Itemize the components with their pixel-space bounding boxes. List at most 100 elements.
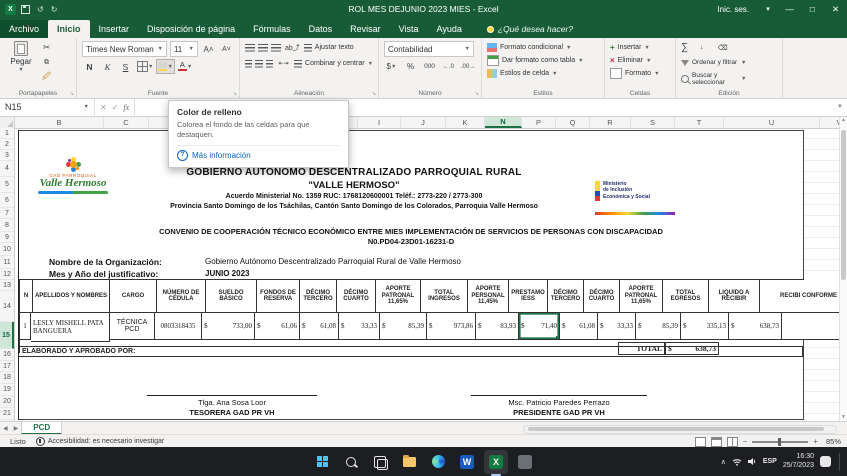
insert-cells-button[interactable]: + Insertar ▼ [610, 41, 670, 54]
conditional-formatting-button[interactable]: Formato condicional ▼ [487, 41, 599, 54]
row-header-20[interactable]: 20 [0, 396, 14, 408]
payroll-cell[interactable]: $33,33 [598, 313, 636, 340]
column-header-S[interactable]: S [631, 116, 675, 128]
increase-decimal-icon[interactable]: ←.0 [441, 60, 456, 73]
zoom-slider-thumb[interactable] [778, 438, 781, 446]
payroll-column-header[interactable]: APELLIDOS Y NOMBRES [33, 280, 110, 313]
font-name-select[interactable]: Times New Roman ▼ [82, 41, 167, 57]
row-header-5[interactable]: 5 [0, 177, 14, 193]
number-dialog-launcher[interactable]: ↘ [475, 91, 479, 97]
insert-function-icon[interactable]: fx [123, 103, 129, 112]
ribbon-tab-formulas[interactable]: Fórmulas [244, 20, 300, 38]
row-header-7[interactable]: 7 [0, 208, 14, 219]
elaborado-row[interactable]: ELABORADO Y APROBADO POR: [19, 346, 803, 357]
start-button[interactable] [310, 450, 334, 474]
payroll-column-header[interactable]: APORTE PERSONAL 11,45% [468, 280, 509, 313]
font-size-select[interactable]: 11 ▼ [170, 41, 198, 57]
payroll-column-header[interactable]: APORTE PATRONAL 11,65% [620, 280, 663, 313]
ribbon-tab-disposicion-de-pagina[interactable]: Disposición de página [138, 20, 244, 38]
row-header-12[interactable]: 12 [0, 269, 14, 280]
underline-button[interactable]: S [118, 60, 133, 73]
ribbon-tab-insertar[interactable]: Insertar [90, 20, 139, 38]
align-middle-icon[interactable] [258, 44, 268, 52]
row-header-10[interactable]: 10 [0, 243, 14, 256]
empty-grid-area[interactable] [802, 128, 840, 421]
percent-format-icon[interactable]: % [403, 60, 418, 73]
sheet-nav-right-icon[interactable]: ▶ [11, 425, 22, 432]
column-header-I[interactable]: I [358, 116, 401, 128]
payroll-cell[interactable]: $85,39 [380, 313, 427, 340]
sheet-nav-left-icon[interactable]: ◀ [0, 425, 11, 432]
select-all-corner[interactable] [0, 116, 15, 128]
clear-icon[interactable]: ⌫ [715, 41, 730, 54]
row-header-6[interactable]: 6 [0, 193, 14, 208]
column-header-T[interactable]: T [675, 116, 724, 128]
notification-center-button[interactable] [820, 456, 831, 467]
page-break-view-icon[interactable] [727, 437, 738, 447]
payroll-column-header[interactable]: LIQUIDO A RECIBIR [709, 280, 760, 313]
merge-center-button[interactable]: Combinar y centrar ▼ [294, 57, 373, 70]
wrap-text-button[interactable]: Ajustar texto [304, 41, 354, 54]
align-left-icon[interactable] [245, 60, 252, 68]
row-header-11[interactable]: 11 [0, 256, 14, 269]
zoom-level[interactable]: 85% [823, 437, 841, 446]
row-header-13[interactable]: 13 [0, 280, 14, 291]
edge-button[interactable] [426, 450, 450, 474]
pinned-app-button[interactable] [513, 450, 537, 474]
grow-font-icon[interactable]: A˄ [201, 43, 216, 56]
align-bottom-icon[interactable] [271, 44, 281, 52]
sheet-area[interactable]: GAD PARROQUIAL Valle Hermoso GOBIERNO AU… [14, 128, 840, 421]
volume-icon[interactable] [748, 457, 757, 466]
task-view-button[interactable] [368, 450, 392, 474]
italic-button[interactable]: K [100, 60, 115, 73]
accounting-format-icon[interactable]: $▼ [384, 60, 399, 73]
ribbon-tab-ayuda[interactable]: Ayuda [428, 20, 471, 38]
zoom-out-icon[interactable]: − [743, 437, 748, 446]
find-select-button[interactable]: Buscar y seleccionar ▼ [681, 71, 777, 87]
ribbon-display-options-icon[interactable]: ▾ [758, 5, 778, 13]
align-center-icon[interactable] [255, 60, 262, 68]
payroll-column-header[interactable]: NÚMERO DE CÉDULA [157, 280, 206, 313]
wifi-icon[interactable] [732, 458, 742, 466]
normal-view-icon[interactable] [695, 437, 706, 447]
confirm-entry-icon[interactable]: ✓ [112, 103, 119, 112]
clipboard-dialog-launcher[interactable]: ↘ [70, 91, 74, 97]
row-header-18[interactable]: 18 [0, 372, 14, 384]
payroll-cell[interactable]: $61,08 [300, 313, 339, 340]
tooltip-more-info-link[interactable]: ? Más información [177, 150, 340, 163]
payroll-cell[interactable]: $973,86 [427, 313, 476, 340]
taskbar-clock[interactable]: 16:30 25/7/2023 [783, 453, 814, 471]
format-cells-button[interactable]: Formato ▼ [610, 67, 670, 80]
redo-icon[interactable]: ↻ [51, 5, 58, 14]
column-header-R[interactable]: R [590, 116, 631, 128]
bold-button[interactable]: N [82, 60, 97, 73]
payroll-column-header[interactable]: TOTAL INGRESOS [421, 280, 468, 313]
ribbon-tab-archivo[interactable]: Archivo [0, 20, 48, 38]
zoom-in-icon[interactable]: + [813, 437, 818, 446]
payroll-cell[interactable]: $61,08 [560, 313, 598, 340]
number-format-select[interactable]: Contabilidad ▼ [384, 41, 474, 57]
column-header-N[interactable]: N [485, 116, 522, 128]
language-indicator[interactable]: ESP [763, 458, 777, 465]
save-icon[interactable] [21, 5, 30, 14]
format-painter-icon[interactable]: 🖉 [39, 71, 54, 84]
column-header-Q[interactable]: Q [556, 116, 590, 128]
maximize-button[interactable]: □ [801, 0, 824, 18]
search-button[interactable] [339, 450, 363, 474]
align-top-icon[interactable] [245, 44, 255, 52]
minimize-button[interactable]: — [778, 0, 801, 18]
page-layout-view-icon[interactable] [711, 437, 722, 447]
undo-icon[interactable]: ↺ [37, 5, 44, 14]
sign-in-button[interactable]: Inic. ses. [708, 5, 758, 14]
payroll-column-header[interactable]: SUELDO BÁSICO [206, 280, 257, 313]
tray-overflow-icon[interactable]: ∧ [721, 458, 726, 466]
row-header-16[interactable]: 16 [0, 349, 14, 361]
column-header-J[interactable]: J [401, 116, 446, 128]
excel-taskbar-button[interactable]: X [484, 450, 508, 474]
payroll-column-header[interactable]: DÉCIMO CUARTO [337, 280, 376, 313]
align-right-icon[interactable] [266, 60, 273, 68]
ribbon-tab-vista[interactable]: Vista [390, 20, 428, 38]
delete-cells-button[interactable]: × Eliminar ▼ [610, 54, 670, 67]
column-header-U[interactable]: U [724, 116, 820, 128]
fill-color-button[interactable]: ▼ [157, 60, 173, 73]
